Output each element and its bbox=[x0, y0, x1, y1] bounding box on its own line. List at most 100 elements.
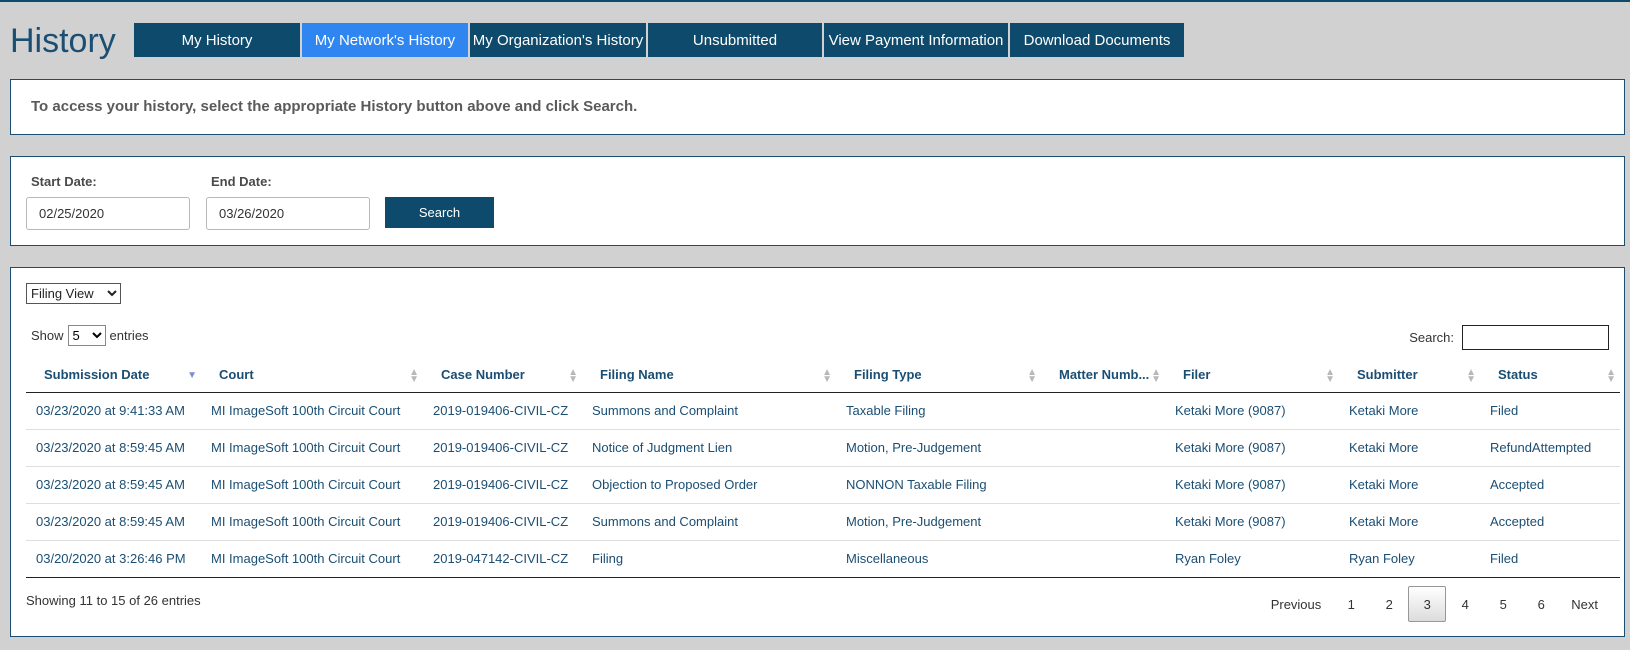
column-header-case-number[interactable]: Case Number ▲ ▼ bbox=[423, 358, 582, 393]
cell-filing-type: NONNON Taxable Filing bbox=[836, 466, 1041, 504]
date-search-panel: Start Date: End Date: Search bbox=[10, 156, 1625, 246]
cell-matter-number bbox=[1041, 429, 1165, 467]
cell-filing-type: Miscellaneous bbox=[836, 540, 1041, 578]
cell-submitter: Ketaki More bbox=[1339, 503, 1480, 541]
column-header-label: Filing Type bbox=[854, 367, 922, 383]
cell-filing-name: Summons and Complaint bbox=[582, 392, 836, 430]
column-header-submitter[interactable]: Submitter ▲ ▼ bbox=[1339, 358, 1480, 393]
cell-status: Filed bbox=[1480, 540, 1620, 578]
cell-submitter: Ketaki More bbox=[1339, 466, 1480, 504]
start-date-label: Start Date: bbox=[31, 174, 97, 189]
column-header-label: Submission Date bbox=[44, 367, 150, 383]
cell-filer: Ketaki More (9087) bbox=[1165, 429, 1339, 467]
cell-filing-name: Filing bbox=[582, 540, 836, 578]
cell-case-number: 2019-019406-CIVIL-CZ bbox=[423, 392, 582, 430]
column-header-label: Court bbox=[219, 367, 254, 383]
cell-submission-date: 03/23/2020 at 9:41:33 AM bbox=[26, 392, 201, 430]
sort-icon: ▲ ▼ bbox=[1466, 367, 1476, 385]
table-row[interactable]: 03/23/2020 at 9:41:33 AM MI ImageSoft 10… bbox=[26, 392, 1620, 430]
table-row[interactable]: 03/23/2020 at 8:59:45 AM MI ImageSoft 10… bbox=[26, 503, 1620, 541]
tab-download-documents[interactable]: Download Documents bbox=[1010, 23, 1184, 57]
column-header-filer[interactable]: Filer ▲ ▼ bbox=[1165, 358, 1339, 393]
cell-court: MI ImageSoft 100th Circuit Court bbox=[201, 503, 423, 541]
cell-filer: Ketaki More (9087) bbox=[1165, 392, 1339, 430]
cell-matter-number bbox=[1041, 392, 1165, 430]
column-header-submission-date[interactable]: Submission Date ▼ bbox=[26, 358, 201, 393]
page-button-3[interactable]: 3 bbox=[1408, 586, 1447, 622]
page-button-6[interactable]: 6 bbox=[1522, 586, 1560, 622]
history-table: Submission Date ▼ Court ▲ ▼ Case Number ▲ ▼ F… bbox=[26, 358, 1620, 578]
notice-panel: To access your history, select the appro… bbox=[10, 79, 1625, 135]
tab-my-history[interactable]: My History bbox=[134, 23, 300, 57]
next-page-button[interactable]: Next bbox=[1560, 586, 1609, 622]
column-header-status[interactable]: Status ▲ ▼ bbox=[1480, 358, 1620, 393]
column-header-label: Case Number bbox=[441, 367, 525, 383]
cell-submission-date: 03/20/2020 at 3:26:46 PM bbox=[26, 540, 201, 578]
tab-unsubmitted[interactable]: Unsubmitted bbox=[648, 23, 822, 57]
sort-icon: ▲ ▼ bbox=[409, 367, 419, 385]
cell-filing-name: Notice of Judgment Lien bbox=[582, 429, 836, 467]
tab-my-networks-history[interactable]: My Network's History bbox=[302, 23, 468, 57]
cell-case-number: 2019-019406-CIVIL-CZ bbox=[423, 429, 582, 467]
cell-case-number: 2019-019406-CIVIL-CZ bbox=[423, 466, 582, 504]
cell-submission-date: 03/23/2020 at 8:59:45 AM bbox=[26, 466, 201, 504]
table-search-label: Search: bbox=[1409, 330, 1454, 345]
cell-filing-type: Motion, Pre-Judgement bbox=[836, 503, 1041, 541]
page-header: History My History My Network's History … bbox=[0, 2, 1630, 72]
tab-my-organizations-history[interactable]: My Organization's History bbox=[470, 23, 646, 57]
table-search: Search: bbox=[1409, 325, 1609, 350]
sort-desc-icon: ▼ bbox=[187, 370, 197, 381]
cell-court: MI ImageSoft 100th Circuit Court bbox=[201, 466, 423, 504]
sort-icon: ▲ ▼ bbox=[1606, 367, 1616, 385]
cell-submitter: Ryan Foley bbox=[1339, 540, 1480, 578]
page-title: History bbox=[10, 22, 116, 60]
cell-matter-number bbox=[1041, 466, 1165, 504]
notice-text: To access your history, select the appro… bbox=[31, 98, 638, 115]
view-select[interactable]: Filing View bbox=[26, 283, 121, 304]
sort-icon: ▲ ▼ bbox=[822, 367, 832, 385]
column-header-filing-name[interactable]: Filing Name ▲ ▼ bbox=[582, 358, 836, 393]
page-button-1[interactable]: 1 bbox=[1332, 586, 1370, 622]
cell-filing-name: Summons and Complaint bbox=[582, 503, 836, 541]
table-header-row: Submission Date ▼ Court ▲ ▼ Case Number ▲ ▼ F… bbox=[26, 358, 1620, 393]
table-row[interactable]: 03/23/2020 at 8:59:45 AM MI ImageSoft 10… bbox=[26, 429, 1620, 467]
cell-filer: Ketaki More (9087) bbox=[1165, 503, 1339, 541]
cell-filing-type: Motion, Pre-Judgement bbox=[836, 429, 1041, 467]
previous-page-button[interactable]: Previous bbox=[1260, 586, 1333, 622]
table-search-input[interactable] bbox=[1462, 325, 1609, 350]
entries-per-page-select[interactable]: 5 bbox=[67, 325, 106, 346]
cell-status: Accepted bbox=[1480, 466, 1620, 504]
search-button[interactable]: Search bbox=[385, 197, 494, 228]
cell-filer: Ryan Foley bbox=[1165, 540, 1339, 578]
cell-matter-number bbox=[1041, 503, 1165, 541]
cell-status: Filed bbox=[1480, 392, 1620, 430]
page-button-5[interactable]: 5 bbox=[1484, 586, 1522, 622]
cell-submission-date: 03/23/2020 at 8:59:45 AM bbox=[26, 503, 201, 541]
sort-icon: ▲ ▼ bbox=[1027, 367, 1037, 385]
sort-icon: ▲ ▼ bbox=[568, 367, 578, 385]
cell-status: RefundAttempted bbox=[1480, 429, 1620, 467]
history-table-panel: Filing View Show 5 entries Search: Submi… bbox=[10, 267, 1625, 637]
cell-filer: Ketaki More (9087) bbox=[1165, 466, 1339, 504]
table-row[interactable]: 03/20/2020 at 3:26:46 PM MI ImageSoft 10… bbox=[26, 540, 1620, 578]
cell-court: MI ImageSoft 100th Circuit Court bbox=[201, 392, 423, 430]
tab-view-payment-information[interactable]: View Payment Information bbox=[824, 23, 1008, 57]
column-header-court[interactable]: Court ▲ ▼ bbox=[201, 358, 423, 393]
start-date-input[interactable] bbox=[26, 197, 190, 230]
column-header-filing-type[interactable]: Filing Type ▲ ▼ bbox=[836, 358, 1041, 393]
cell-court: MI ImageSoft 100th Circuit Court bbox=[201, 540, 423, 578]
column-header-label: Filer bbox=[1183, 367, 1211, 383]
end-date-input[interactable] bbox=[206, 197, 370, 230]
column-header-label: Submitter bbox=[1357, 367, 1418, 383]
cell-case-number: 2019-019406-CIVIL-CZ bbox=[423, 503, 582, 541]
history-tabs: My History My Network's History My Organ… bbox=[134, 23, 1186, 57]
show-entries: Show 5 entries bbox=[31, 325, 149, 346]
sort-icon: ▲ ▼ bbox=[1151, 367, 1161, 385]
show-label: Show bbox=[31, 328, 64, 343]
page-button-4[interactable]: 4 bbox=[1446, 586, 1484, 622]
column-header-matter-number[interactable]: Matter Numb... ▲ ▼ bbox=[1041, 358, 1165, 393]
table-row[interactable]: 03/23/2020 at 8:59:45 AM MI ImageSoft 10… bbox=[26, 466, 1620, 504]
entries-label: entries bbox=[109, 328, 149, 343]
cell-case-number: 2019-047142-CIVIL-CZ bbox=[423, 540, 582, 578]
page-button-2[interactable]: 2 bbox=[1370, 586, 1408, 622]
